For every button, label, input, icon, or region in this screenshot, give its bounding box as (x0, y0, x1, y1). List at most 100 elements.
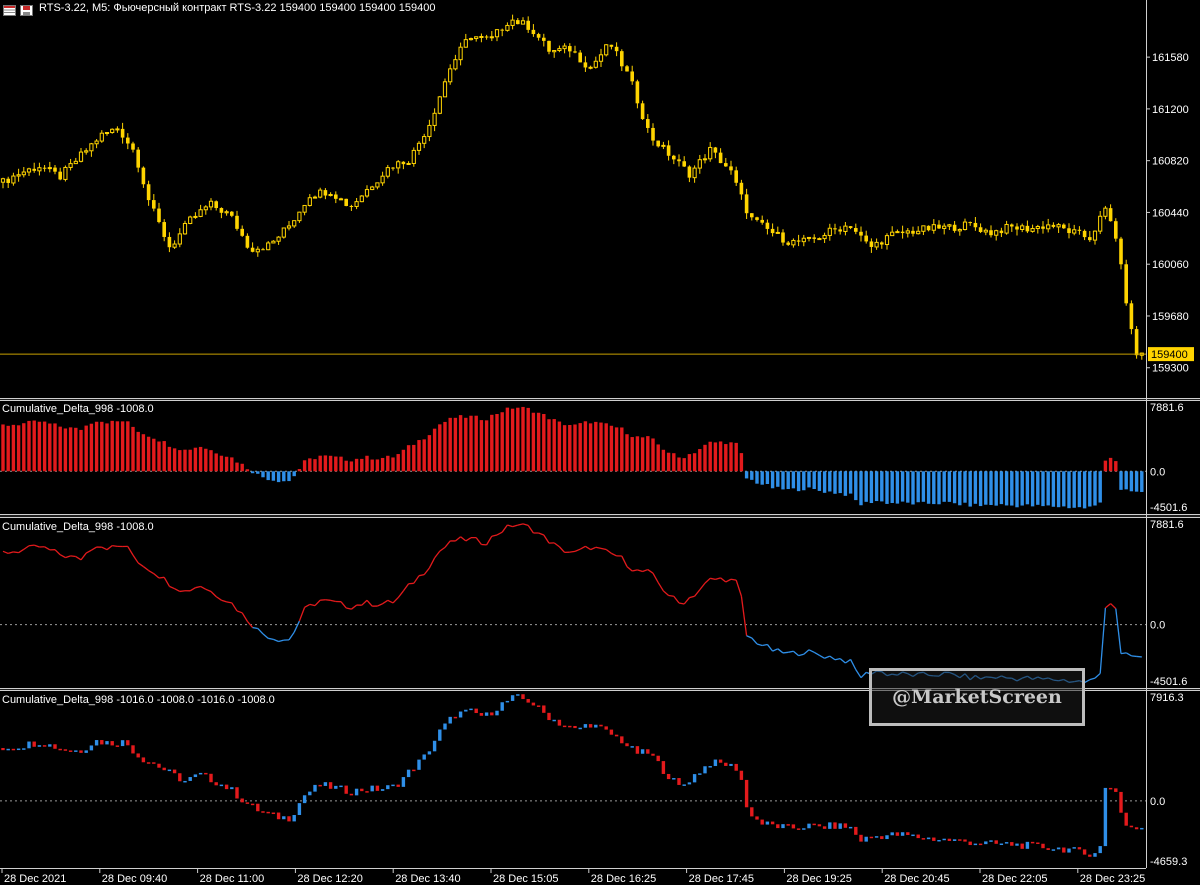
price-candle (312, 196, 318, 199)
histogram-bar (250, 471, 255, 474)
delta-candle (380, 789, 385, 791)
histogram-bar (1088, 471, 1092, 507)
delta-candle (989, 840, 993, 842)
price-candle (396, 161, 401, 169)
price-candle (869, 241, 874, 247)
histogram-bar (786, 471, 790, 490)
price-candle (385, 167, 390, 177)
delta-candle (651, 753, 655, 756)
delta-candle (495, 710, 499, 716)
price-candle (702, 158, 708, 161)
delta-candle (614, 734, 619, 737)
price-candle (630, 71, 634, 82)
delta-candle (692, 774, 697, 783)
price-candle (146, 184, 151, 201)
price-candle (0, 178, 6, 183)
price-candle (562, 45, 567, 50)
price-candle (32, 168, 36, 171)
delta-candle (266, 811, 270, 814)
save-icon[interactable] (20, 3, 33, 16)
delta-line-segment (1131, 655, 1137, 658)
price-candle (11, 175, 16, 184)
histogram-bar (547, 419, 551, 472)
price-candle (542, 37, 546, 41)
histogram-bar (578, 423, 582, 472)
price-candle (427, 124, 432, 138)
delta-candle (604, 726, 608, 730)
histogram-bar (926, 471, 931, 504)
histogram-bar (994, 471, 998, 506)
histogram-bar (776, 471, 780, 487)
y-tick-label: 0.0 (1150, 796, 1165, 808)
delta-candle (105, 741, 109, 745)
price-candle (235, 215, 239, 229)
histogram-bar (500, 412, 504, 472)
histogram-bar (609, 425, 614, 472)
delta-line-segment (668, 594, 674, 597)
price-candle (583, 62, 588, 68)
delta-candle (396, 784, 400, 787)
delta-candle (1036, 842, 1040, 844)
histogram-bar (375, 459, 380, 472)
y-tick-label: 160060 (1152, 259, 1189, 271)
chart-type-icon[interactable] (3, 3, 16, 16)
delta-line-segment (569, 550, 576, 553)
delta-candle (198, 772, 203, 775)
price-candle (973, 222, 978, 228)
delta-candle (193, 774, 198, 778)
histogram-bar (848, 471, 853, 494)
histogram-bar (505, 407, 510, 472)
histogram-bar (765, 471, 770, 485)
delta-candle (141, 757, 146, 763)
price-candle (677, 159, 681, 162)
delta-candle (443, 723, 447, 730)
delta-candle (781, 824, 785, 829)
histogram-bar (339, 456, 343, 472)
price-candle (73, 160, 78, 165)
histogram-bar (916, 471, 920, 503)
histogram-bar (739, 453, 744, 472)
delta-candle (791, 824, 796, 829)
histogram-bar (469, 415, 473, 472)
price-candle (131, 143, 135, 150)
delta-candle (11, 748, 16, 751)
delta-candle (375, 785, 380, 791)
delta-line-segment (112, 544, 118, 548)
price-candle (895, 231, 900, 234)
price-candle (729, 166, 733, 171)
histogram-bar (921, 471, 926, 502)
histogram-bar (360, 458, 364, 472)
price-candle (614, 46, 619, 52)
delta-candle (812, 823, 816, 826)
histogram-bar (422, 439, 426, 472)
delta-candle (500, 702, 504, 711)
price-candle (453, 59, 458, 70)
histogram-bar (438, 424, 442, 472)
histogram-bar (1134, 471, 1139, 492)
price-candle (890, 231, 895, 237)
delta-candle (1114, 788, 1118, 792)
delta-candle (354, 788, 359, 796)
histogram-bar (344, 460, 348, 472)
y-tick-label: 160440 (1152, 207, 1189, 219)
price-candle (89, 143, 94, 152)
delta-line-segment (28, 544, 35, 547)
price-candle (1010, 224, 1014, 227)
price-candle (905, 230, 910, 234)
price-candle (370, 186, 375, 191)
delta-candle (469, 708, 473, 711)
trading-chart[interactable]: 159400 161580 161200 160820 160440 160060 1596… (0, 0, 1200, 885)
histogram-bar (448, 417, 452, 472)
price-candle (354, 201, 359, 207)
histogram-bar (833, 471, 837, 494)
delta-candle (932, 837, 936, 841)
price-candle (53, 167, 57, 172)
delta-candle (6, 748, 10, 751)
price-candle (656, 140, 660, 147)
histogram-bar (1015, 471, 1019, 508)
price-candle (47, 167, 52, 170)
price-candle (999, 230, 1004, 234)
histogram-bar (209, 450, 213, 472)
price-candle (1067, 228, 1071, 234)
price-candle (474, 36, 479, 40)
